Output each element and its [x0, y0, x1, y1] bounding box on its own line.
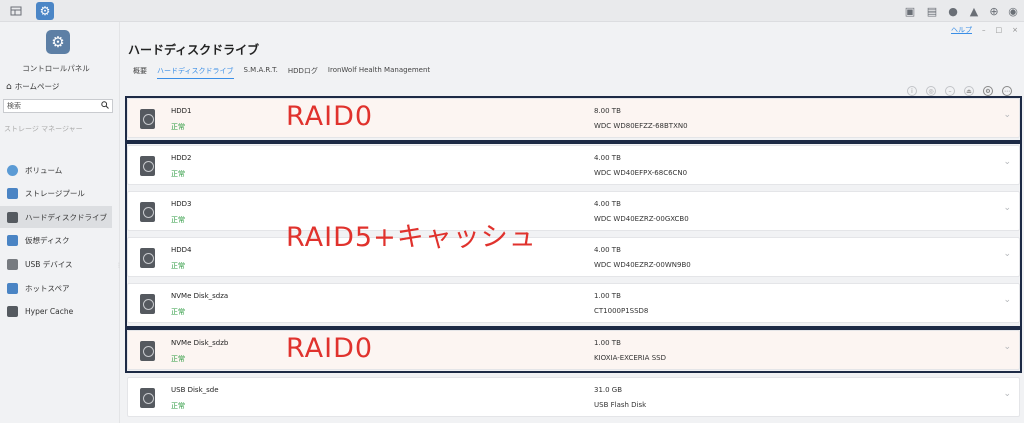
more-icon[interactable]: ⋯: [1002, 86, 1012, 96]
raid5-label: RAID5+キャッシュ: [286, 222, 537, 253]
toolbar: i ◎ – ⏏ ⚙ ⋯: [907, 86, 1012, 96]
sidebar-item-usb[interactable]: USB デバイス: [0, 253, 112, 275]
raid0-box-bottom: [125, 328, 1022, 373]
monitor-icon[interactable]: ▤: [924, 3, 940, 19]
user-icon[interactable]: ◉: [1005, 3, 1021, 19]
sidebar-resize-handle[interactable]: ⋮: [116, 262, 122, 269]
sidebar-item-label: ストレージプール: [25, 188, 85, 198]
storage-pool-icon: [7, 187, 18, 199]
sidebar-item-hdd[interactable]: ハードディスクドライブ: [0, 206, 112, 228]
hdd-icon: [7, 211, 18, 223]
disk-status: 正常: [171, 402, 185, 410]
minimize-button[interactable]: –: [982, 26, 986, 34]
app-title: コントロールパネル: [22, 64, 90, 73]
chevron-down-icon[interactable]: ⌄: [1003, 389, 1011, 399]
sidebar-item-label: Hyper Cache: [25, 306, 74, 316]
sidebar-item-label: USB デバイス: [25, 259, 73, 269]
virtual-disk-icon: [7, 234, 18, 246]
search-icon[interactable]: [101, 101, 109, 111]
search-input[interactable]: 検索: [3, 99, 113, 113]
sidebar-item-label: ホットスペア: [25, 283, 70, 293]
window-controls: ヘルプ – □ ×: [951, 24, 1018, 36]
hyper-cache-icon: [7, 305, 18, 317]
raid0-label-bottom: RAID0: [286, 333, 374, 364]
tab-1[interactable]: ハードディスクドライブ: [157, 66, 234, 79]
lock-icon[interactable]: ▣: [902, 3, 918, 19]
info-icon[interactable]: i: [907, 86, 917, 96]
tab-2[interactable]: S.M.A.R.T.: [244, 66, 278, 79]
sidebar-item-hot-spare[interactable]: ホットスペア: [0, 277, 112, 299]
sidebar: ⚙ コントロールパネル ⌂ ホームページ 検索 ストレージ マネージャー ボリュ…: [0, 22, 122, 423]
disk-model: USB Flash Disk: [594, 401, 647, 409]
sidebar-item-volume[interactable]: ボリューム: [0, 159, 112, 181]
settings-icon[interactable]: ⚙: [983, 86, 993, 96]
disk-capacity: 31.0 GB: [594, 386, 623, 394]
page-title: ハードディスクドライブ: [128, 43, 260, 57]
home-label: ホームページ: [14, 82, 60, 91]
storage-manager-section: ストレージ マネージャー: [4, 125, 83, 133]
disk-row[interactable]: USB Disk_sde 正常 31.0 GB USB Flash Disk ⌄: [127, 377, 1020, 417]
chat-icon[interactable]: ●: [945, 3, 961, 19]
tab-bar: 概要 ハードディスクドライブ S.M.A.R.T. HDDログ IronWolf Hea…: [133, 66, 430, 79]
sidebar-item-hyper-cache[interactable]: Hyper Cache: [0, 300, 112, 322]
locate-icon[interactable]: ◎: [926, 86, 936, 96]
control-panel-icon: ⚙: [46, 30, 70, 54]
sidebar-item-storage-pool[interactable]: ストレージプール: [0, 182, 112, 204]
hdd-icon: [140, 388, 155, 408]
raid5-box: [125, 142, 1022, 328]
home-link[interactable]: ⌂ ホームページ: [6, 81, 59, 92]
bell-icon[interactable]: ▲: [966, 3, 982, 19]
maximize-button[interactable]: □: [996, 26, 1003, 34]
raid0-label-top: RAID0: [286, 101, 374, 132]
tab-3[interactable]: HDDログ: [288, 66, 318, 79]
disk-name: USB Disk_sde: [171, 386, 219, 394]
sidebar-item-label: 仮想ディスク: [25, 235, 70, 245]
hot-spare-icon: [7, 282, 18, 294]
home-icon: ⌂: [6, 81, 12, 92]
usb-icon: [7, 258, 18, 270]
eject-icon[interactable]: ⏏: [964, 86, 974, 96]
sidebar-item-virtual-disk[interactable]: 仮想ディスク: [0, 229, 112, 251]
remove-icon[interactable]: –: [945, 86, 955, 96]
search-placeholder: 検索: [7, 102, 21, 110]
globe-icon[interactable]: ⊕: [986, 3, 1002, 19]
volume-icon: [7, 164, 18, 176]
sidebar-item-label: ボリューム: [25, 165, 63, 175]
raid0-box-top: [125, 96, 1022, 142]
close-button[interactable]: ×: [1012, 26, 1018, 34]
help-link[interactable]: ヘルプ: [951, 25, 972, 35]
window-icon[interactable]: [8, 3, 24, 19]
top-taskbar: ⚙ ▣ ▤ ● ▲ ⊕ ◉: [0, 0, 1024, 22]
tab-0[interactable]: 概要: [133, 66, 147, 79]
control-panel-tab-icon[interactable]: ⚙: [36, 2, 54, 20]
tab-4[interactable]: IronWolf Health Management: [328, 66, 430, 79]
sidebar-item-label: ハードディスクドライブ: [25, 212, 107, 222]
